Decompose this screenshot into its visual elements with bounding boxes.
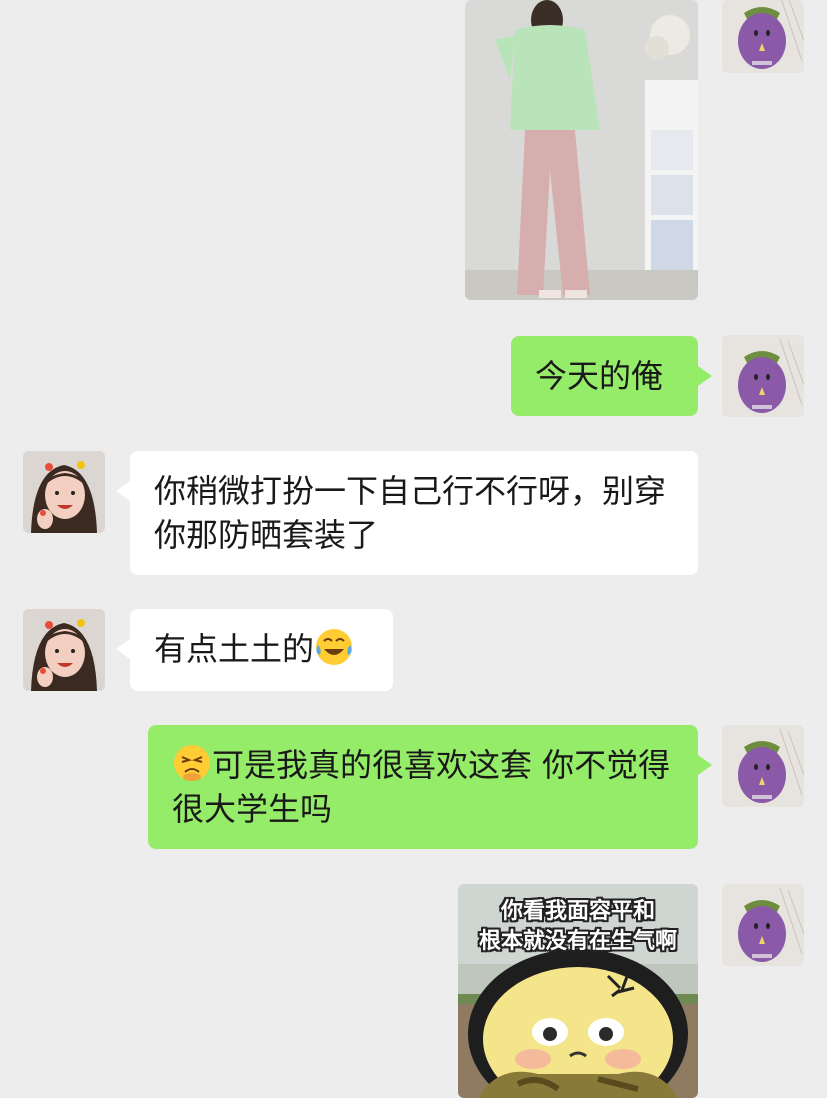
- message-photo[interactable]: [465, 0, 698, 300]
- message-text: 有点土土的: [154, 630, 315, 668]
- laughing-crying-emoji-icon: [314, 627, 354, 667]
- my-avatar[interactable]: [722, 884, 804, 966]
- my-message-bubble[interactable]: 今天的俺: [511, 336, 712, 416]
- friend-avatar[interactable]: [23, 451, 105, 533]
- sticker-caption-line2: 根本就没有在生气啊: [478, 929, 677, 954]
- girl-avatar-icon: [23, 451, 105, 533]
- eggplant-avatar-icon: [722, 725, 804, 807]
- my-message-bubble[interactable]: 可是我真的很喜欢这套 你不觉得很大学生吗: [148, 725, 712, 849]
- eggplant-avatar-icon: [722, 0, 804, 73]
- my-avatar[interactable]: [722, 335, 804, 417]
- friend-message-bubble[interactable]: 有点土土的: [116, 609, 393, 691]
- persevering-face-emoji-icon: [172, 743, 212, 783]
- message-text: 今天的俺: [535, 357, 664, 395]
- my-avatar[interactable]: [722, 0, 804, 73]
- message-text: 你稍微打扮一下自己行不行呀，别穿你那防晒套装了: [154, 472, 667, 554]
- eggplant-avatar-icon: [722, 884, 804, 966]
- sticker-caption-line1: 你看我面容平和: [500, 899, 655, 924]
- friend-message-bubble[interactable]: 你稍微打扮一下自己行不行呀，别穿你那防晒套装了: [116, 451, 698, 575]
- message-text: 可是我真的很喜欢这套 你不觉得很大学生吗: [172, 746, 671, 828]
- girl-avatar-icon: [23, 609, 105, 691]
- message-sticker[interactable]: 你看我面容平和 根本就没有在生气啊: [458, 884, 698, 1098]
- eggplant-avatar-icon: [722, 335, 804, 417]
- friend-avatar[interactable]: [23, 609, 105, 691]
- my-avatar[interactable]: [722, 725, 804, 807]
